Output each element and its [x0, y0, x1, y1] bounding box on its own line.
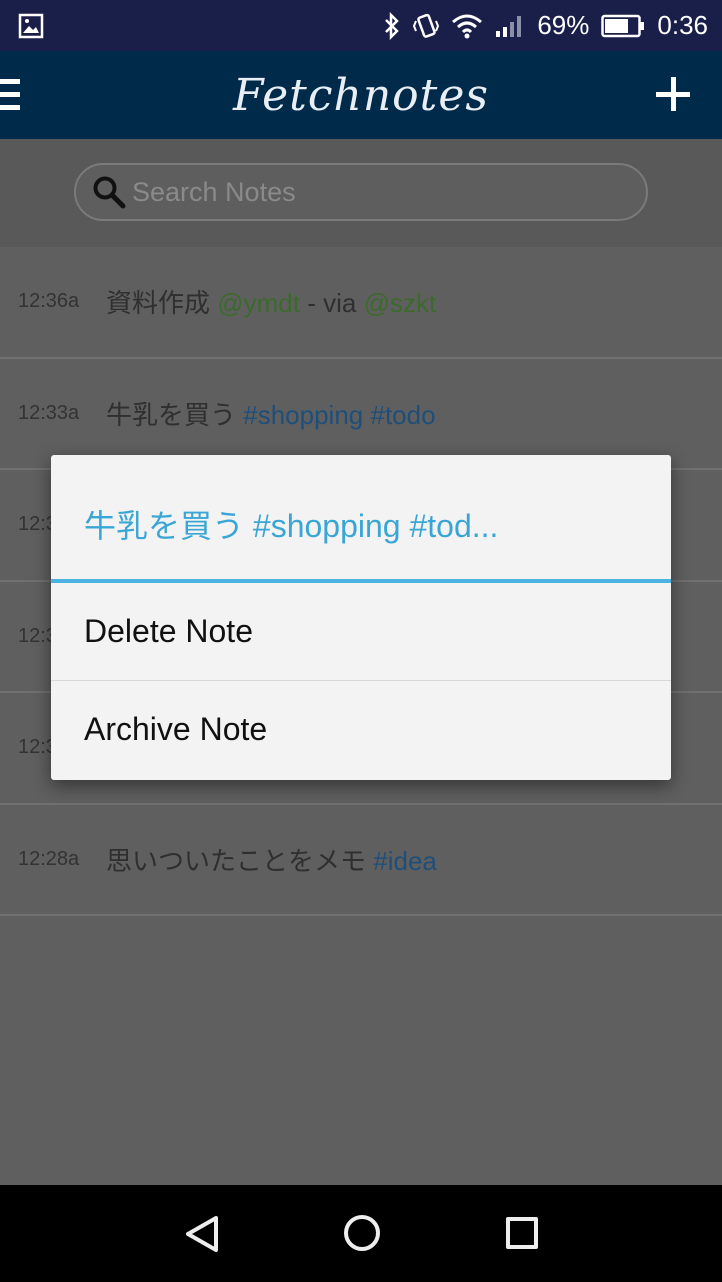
note-time: 12:33a	[18, 401, 80, 424]
recents-icon[interactable]	[506, 1217, 538, 1249]
home-icon[interactable]	[344, 1215, 380, 1251]
app-title: Fetchnotes	[233, 69, 489, 121]
note-time: 12:36a	[18, 290, 80, 313]
list-item[interactable]: 12:33a 牛乳を買う #shopping #todo	[0, 359, 722, 470]
list-item[interactable]: 12:28a 思いついたことをメモ #idea	[0, 805, 722, 916]
note-time: 12:28a	[18, 847, 80, 870]
bluetooth-icon	[385, 11, 400, 40]
signal-icon	[496, 15, 522, 37]
note-text: 思いついたことをメモ #idea	[106, 845, 437, 876]
delete-note-button[interactable]: Delete Note	[51, 583, 671, 680]
note-text: 資料作成 @ymdt - via @szkt	[106, 288, 437, 319]
list-item[interactable]: 12:36a 資料作成 @ymdt - via @szkt	[0, 247, 722, 359]
battery-percentage: 69%	[537, 10, 590, 40]
menu-icon[interactable]	[0, 75, 22, 115]
add-note-icon[interactable]	[656, 77, 690, 111]
battery-icon	[601, 14, 645, 37]
navigation-bar	[0, 1185, 722, 1282]
clock: 0:36	[657, 10, 708, 40]
back-icon[interactable]	[184, 1215, 220, 1253]
archive-note-button[interactable]: Archive Note	[51, 680, 671, 777]
status-bar: 69% 0:36	[0, 0, 722, 51]
vibrate-icon	[413, 13, 440, 38]
note-options-dialog: 牛乳を買う #shopping #tod... Delete Note Arch…	[51, 455, 671, 780]
wifi-icon	[452, 14, 483, 38]
note-text: 牛乳を買う #shopping #todo	[106, 399, 436, 430]
dialog-title: 牛乳を買う #shopping #tod...	[51, 455, 671, 583]
search-input[interactable]	[132, 176, 612, 208]
image-icon	[18, 13, 44, 38]
search-area	[0, 139, 722, 247]
search-box[interactable]	[74, 163, 648, 221]
search-icon	[93, 176, 126, 209]
app-bar: Fetchnotes	[0, 51, 722, 139]
